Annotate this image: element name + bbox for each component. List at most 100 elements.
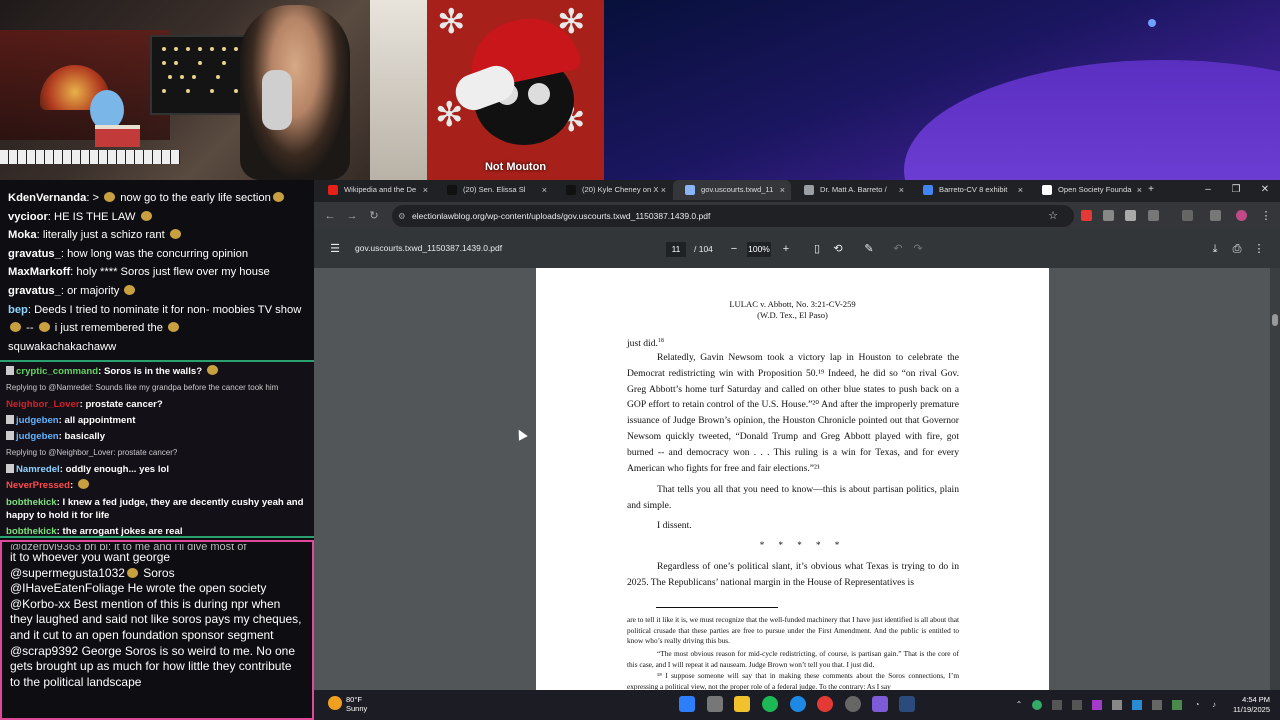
rotate-icon[interactable]: ⟲ <box>831 242 845 257</box>
chat-username[interactable]: @supermegusta1032 <box>10 566 125 580</box>
footnote: ¹⁸ I suppose someone will say that in ma… <box>627 671 959 690</box>
zoom-out-icon[interactable]: − <box>727 242 741 257</box>
network-icon[interactable]: ◔ <box>1192 700 1202 710</box>
close-icon[interactable]: × <box>1018 180 1023 200</box>
close-window-icon[interactable]: ✕ <box>1251 180 1279 200</box>
tab-search-icon[interactable] <box>1182 210 1193 221</box>
bookmark-star-icon[interactable]: ☆ <box>1045 208 1061 224</box>
tab[interactable]: (20) Sen. Elissa Sl × <box>435 180 553 200</box>
back-icon[interactable]: ← <box>322 208 338 224</box>
tab[interactable]: Wikipedia and the De × <box>316 180 434 200</box>
print-icon[interactable]: ⎙ <box>1230 242 1244 257</box>
tab[interactable]: Open Society Founda × <box>1030 180 1148 200</box>
chat-username[interactable]: judgeben <box>16 415 59 426</box>
more-icon[interactable]: ⋮ <box>1252 242 1266 257</box>
chat-username[interactable]: NeverPressed <box>6 480 70 491</box>
chat-username[interactable]: bobthekick <box>6 526 57 537</box>
page-number-input[interactable]: 11 <box>666 242 686 257</box>
extension-icon[interactable] <box>1125 210 1136 221</box>
tab[interactable]: gov.uscourts.txwd_11 × <box>673 180 791 200</box>
chat-text: : HE IS THE LAW <box>47 210 139 223</box>
night-sky-scene <box>604 0 1280 180</box>
chat-message: bobthekick: the arrogant jokes are real <box>6 524 308 540</box>
tab[interactable]: Dr. Matt A. Barreto / × <box>792 180 910 200</box>
tab-title: Open Society Founda <box>1058 185 1132 194</box>
site-info-icon[interactable]: ⚙ <box>398 205 406 227</box>
close-icon[interactable]: × <box>542 180 547 200</box>
chrome-icon[interactable] <box>817 696 833 712</box>
chat-username[interactable]: KdenVernanda <box>8 192 86 204</box>
extension-icon[interactable] <box>1103 210 1114 221</box>
chat-message: it to whoever you want george <box>10 550 304 566</box>
steam-icon[interactable] <box>899 696 915 712</box>
chat-username[interactable]: bobthekick <box>6 497 57 508</box>
undo-icon[interactable]: ↶ <box>891 242 905 257</box>
app-icon[interactable] <box>845 696 861 712</box>
clock[interactable]: 4:54 PM 11/19/2025 <box>1233 695 1270 715</box>
maximize-icon[interactable]: ❐ <box>1222 180 1250 200</box>
chat-username[interactable]: gravatus_ <box>8 248 61 260</box>
close-icon[interactable]: × <box>780 180 785 200</box>
extension-icon[interactable] <box>1081 210 1092 221</box>
address-bar[interactable]: ⚙ electionlawblog.org/wp-content/uploads… <box>392 205 1074 227</box>
close-icon[interactable]: × <box>423 180 428 200</box>
profile-avatar[interactable] <box>1236 210 1247 221</box>
tray-icon[interactable] <box>1032 700 1042 710</box>
spotify-icon[interactable] <box>762 696 778 712</box>
download-icon[interactable]: ⤓ <box>1208 242 1222 257</box>
tray-icon[interactable] <box>1132 700 1142 710</box>
tray-icon[interactable] <box>1172 700 1182 710</box>
tray-icon[interactable] <box>1152 700 1162 710</box>
chat-username[interactable]: @IHaveEatenFoliage <box>10 581 124 595</box>
zoom-in-icon[interactable]: + <box>779 242 793 257</box>
edge-icon[interactable] <box>790 696 806 712</box>
task-view-icon[interactable] <box>707 696 723 712</box>
tray-icon[interactable] <box>1112 700 1122 710</box>
file-explorer-icon[interactable] <box>734 696 750 712</box>
chat-username[interactable]: gravatus_ <box>8 285 61 297</box>
chat-username[interactable]: @Korbo-xx <box>10 597 70 611</box>
chat-text: now go to the early life section <box>117 192 271 204</box>
chat-message: judgeben: basically <box>6 429 308 445</box>
pdf-viewer[interactable]: LULAC v. Abbott, No. 3:21-CV-259 (W.D. T… <box>314 268 1280 690</box>
fit-page-icon[interactable]: ▯ <box>810 242 824 257</box>
new-tab-icon[interactable]: + <box>1137 180 1165 200</box>
chat-username[interactable]: @scrap9392 <box>10 644 78 658</box>
tab[interactable]: (20) Kyle Cheney on X × <box>554 180 672 200</box>
chat-username[interactable]: vycioor <box>8 211 48 223</box>
chat-text: i just remembered the <box>51 322 167 335</box>
chat-message: squwakachakachaww <box>8 338 306 357</box>
extensions-puzzle-icon[interactable] <box>1148 210 1159 221</box>
sidebar-menu-icon[interactable]: ☰ <box>328 242 342 257</box>
chat-username[interactable]: cryptic_command <box>16 366 98 377</box>
media-icon[interactable] <box>1210 210 1221 221</box>
scrollbar[interactable] <box>1270 268 1280 690</box>
chat-username[interactable]: bep <box>8 304 28 316</box>
chat-username[interactable]: Neighbor_Lover <box>6 399 80 410</box>
redo-icon[interactable]: ↷ <box>911 242 925 257</box>
weather-widget[interactable]: 80°F Sunny <box>328 695 367 713</box>
tray-chevron-icon[interactable]: ⌃ <box>1014 700 1024 710</box>
chat-username[interactable]: judgeben <box>16 431 59 442</box>
forward-icon[interactable]: → <box>344 208 360 224</box>
app-icon[interactable] <box>872 696 888 712</box>
tray-icon[interactable] <box>1092 700 1102 710</box>
volume-icon[interactable]: ♪ <box>1209 700 1219 710</box>
chat-username[interactable]: MaxMarkoff <box>8 266 70 278</box>
tab[interactable]: Barreto-CV 8 exhibit × <box>911 180 1029 200</box>
zoom-input[interactable]: 100% <box>747 242 771 257</box>
annotate-icon[interactable]: ✎ <box>862 242 876 257</box>
close-icon[interactable]: × <box>899 180 904 200</box>
start-icon[interactable] <box>679 696 695 712</box>
tray-icon[interactable] <box>1052 700 1062 710</box>
chat-username[interactable]: Moka <box>8 229 37 241</box>
reload-icon[interactable]: ↻ <box>366 208 382 224</box>
avatar-label: Not Mouton <box>484 161 547 173</box>
close-icon[interactable]: × <box>661 180 666 200</box>
chat-text: : how long was the concurring opinion <box>60 247 249 260</box>
minimize-icon[interactable]: – <box>1194 180 1222 200</box>
menu-dots-icon[interactable]: ⋮ <box>1258 208 1274 224</box>
tray-icon[interactable] <box>1072 700 1082 710</box>
emote-icon <box>124 284 136 295</box>
chat-username[interactable]: Namredel <box>16 464 60 475</box>
